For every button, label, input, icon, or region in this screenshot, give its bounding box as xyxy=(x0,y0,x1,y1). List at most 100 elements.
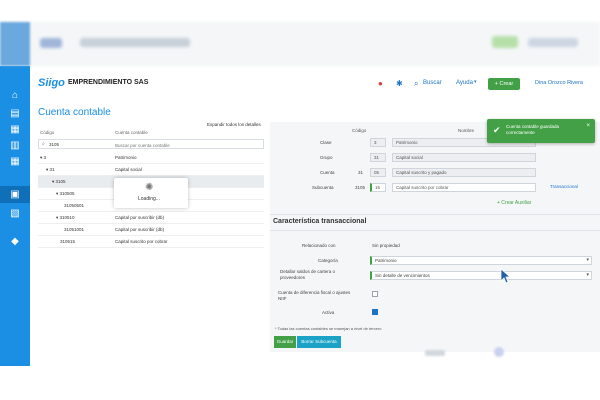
cuenta-name-field: Capital suscrito y pagado xyxy=(392,168,536,177)
tree-row-name: Capital social xyxy=(115,167,142,172)
subcuenta-code-input[interactable]: 15 xyxy=(370,183,386,192)
company-name: EMPRENDIMIENTO SAS xyxy=(68,79,149,86)
chart-icon[interactable]: ▥ xyxy=(9,140,21,151)
mouse-cursor-icon xyxy=(500,268,512,284)
tree-row[interactable]: 31051001 Capital por suscribir (db) xyxy=(38,224,264,236)
blurred-user xyxy=(528,38,578,47)
blurred-element xyxy=(425,350,445,356)
crear-auxiliar-link[interactable]: + Crear Auxiliar xyxy=(497,200,531,206)
sidebar: ⌂ ▤ ▦ ▥ ▦ ▣ ▧ ◆ xyxy=(0,22,30,366)
tree-search: ⌕ 3105 xyxy=(38,139,264,149)
header: Siigo EMPRENDIMIENTO SAS ● ✱ ⌕ Buscar Ay… xyxy=(30,74,600,96)
relacionado-label: Relacionado con xyxy=(302,243,336,248)
tree-row[interactable]: ▾ 3 Patrimonio xyxy=(38,152,264,164)
saldos-value: Sin detalle de vencimientos xyxy=(375,273,430,278)
chevron-down-icon: ▾ xyxy=(586,272,589,278)
blurred-element xyxy=(494,347,504,357)
search-icon[interactable]: ⌕ xyxy=(414,79,418,89)
success-toast: ✔ Cuenta contable guardada correctamente… xyxy=(487,119,595,143)
toast-message: Cuenta contable guardada correctamente xyxy=(506,124,560,135)
activa-checkbox[interactable] xyxy=(372,309,378,315)
tree-header-name: Cuenta contable xyxy=(115,130,148,135)
section-title: Característica transaccional xyxy=(273,218,367,225)
cuenta-prefix: 31 xyxy=(358,170,364,175)
account-detail-form: Código Nombre Clase 3 Patrimonio Grupo 3… xyxy=(270,122,600,352)
delete-subaccount-button[interactable]: Borrar Subcuenta xyxy=(297,336,341,348)
blurred-top-bar xyxy=(0,22,600,66)
tree-row-name: Capital por suscribir (db) xyxy=(115,227,165,232)
page-title: Cuenta contable xyxy=(38,107,111,118)
grupo-label: Grupo xyxy=(320,155,333,160)
diferencia-checkbox[interactable] xyxy=(372,291,378,297)
tree-code-text: 310510 xyxy=(59,215,75,220)
clipboard-icon[interactable]: ▧ xyxy=(9,208,21,219)
search-input[interactable] xyxy=(115,142,255,148)
categoria-value: Patrimonio xyxy=(375,258,397,263)
subcuenta-name-input[interactable]: Capital suscrito por cobrar xyxy=(392,183,536,192)
tree-row[interactable]: 310515 Capital suscrito por cobrar xyxy=(38,236,264,248)
app-window: ⌂ ▤ ▦ ▥ ▦ ▣ ▧ ◆ Siigo EMPRENDIMIENTO SAS… xyxy=(0,0,600,400)
categoria-label: Categoría xyxy=(318,258,338,263)
create-button[interactable]: + Crear xyxy=(488,78,520,90)
spinner-icon: ✺ xyxy=(145,182,154,193)
search-code-value[interactable]: 3105 xyxy=(49,142,59,147)
chevron-down-icon: ▾ xyxy=(474,79,477,85)
help-link[interactable]: Ayuda xyxy=(456,80,473,86)
footnote: * Todas las cuentas contables se manejan… xyxy=(275,326,382,331)
tree-header-code: Código xyxy=(40,130,55,135)
loading-overlay: ✺ Loading... xyxy=(114,178,188,208)
tree-row-code: ▾ 31 xyxy=(46,167,55,172)
tree-row-name: Capital por suscribir (db) xyxy=(115,215,165,220)
saldos-label: Detallar saldos de cartera o proveedores xyxy=(280,269,336,280)
tree-row-code: 31050501 xyxy=(64,203,85,208)
user-menu[interactable]: Dina Orozco Rivera xyxy=(535,80,583,86)
sidebar-top-strip xyxy=(0,22,30,66)
tree-row-code: ▾ 3 xyxy=(40,155,47,160)
search-icon: ⌕ xyxy=(42,141,45,147)
tree-row[interactable]: ▾ 31 Capital social xyxy=(38,164,264,176)
saldos-select[interactable]: Sin detalle de vencimientos ▾ xyxy=(370,271,592,280)
categoria-select[interactable]: Patrimonio ▾ xyxy=(370,256,592,265)
cuenta-code-field: 05 xyxy=(370,168,386,177)
tree-row[interactable]: ▾ 310510 Capital por suscribir (db) xyxy=(38,212,264,224)
tree-code-text: 310505 xyxy=(59,191,75,196)
account-tree: Expandir todos los detalles Código Cuent… xyxy=(38,122,264,256)
clase-label: Clase xyxy=(320,140,332,145)
book-icon[interactable]: ▣ xyxy=(0,186,30,203)
close-icon[interactable]: × xyxy=(586,123,590,129)
expand-all-link[interactable]: Expandir todos los detalles xyxy=(207,122,261,127)
clase-code-field: 3 xyxy=(370,138,386,147)
tree-code-text: 3105 xyxy=(55,179,66,184)
tree-row-code: ▾ 310510 xyxy=(56,215,75,220)
tree-code-text: 3 xyxy=(43,155,47,160)
subcuenta-prefix: 3105 xyxy=(355,185,366,190)
tree-code-text: 31 xyxy=(49,167,55,172)
grid-icon[interactable]: ▦ xyxy=(9,156,21,167)
detail-header-code: Código xyxy=(352,128,367,133)
tree-row-code: ▾ 310505 xyxy=(56,191,75,196)
diferencia-label: Cuenta de diferencia fiscal o ajustes NI… xyxy=(278,290,351,301)
bank-icon[interactable]: ▦ xyxy=(9,124,21,135)
blurred-logo xyxy=(40,38,62,48)
document-icon[interactable]: ▤ xyxy=(9,108,21,119)
graduation-icon[interactable]: ◆ xyxy=(9,236,21,247)
blurred-title xyxy=(80,38,190,47)
transaccional-link[interactable]: Transaccional xyxy=(550,184,578,189)
tree-row-code: 310515 xyxy=(60,239,76,244)
cuenta-label: Cuenta xyxy=(320,170,335,175)
home-icon[interactable]: ⌂ xyxy=(9,90,21,101)
chevron-down-icon: ▾ xyxy=(586,257,589,263)
save-button[interactable]: Guardar xyxy=(274,336,296,348)
search-link[interactable]: Buscar xyxy=(423,80,442,86)
divider xyxy=(270,230,600,231)
divider xyxy=(270,214,600,215)
siigo-logo: Siigo xyxy=(38,77,65,89)
gear-icon[interactable]: ✱ xyxy=(396,79,403,88)
tree-row-code: 31051001 xyxy=(64,227,85,232)
tree-row-name: Capital suscrito por cobrar xyxy=(115,239,168,244)
activa-label: Activa xyxy=(322,310,335,315)
notification-icon[interactable]: ● xyxy=(378,79,383,88)
detail-header-name: Nombre xyxy=(458,128,475,133)
tree-row-name: Patrimonio xyxy=(115,155,137,160)
tree-row-code: ▾ 3105 xyxy=(52,179,66,184)
